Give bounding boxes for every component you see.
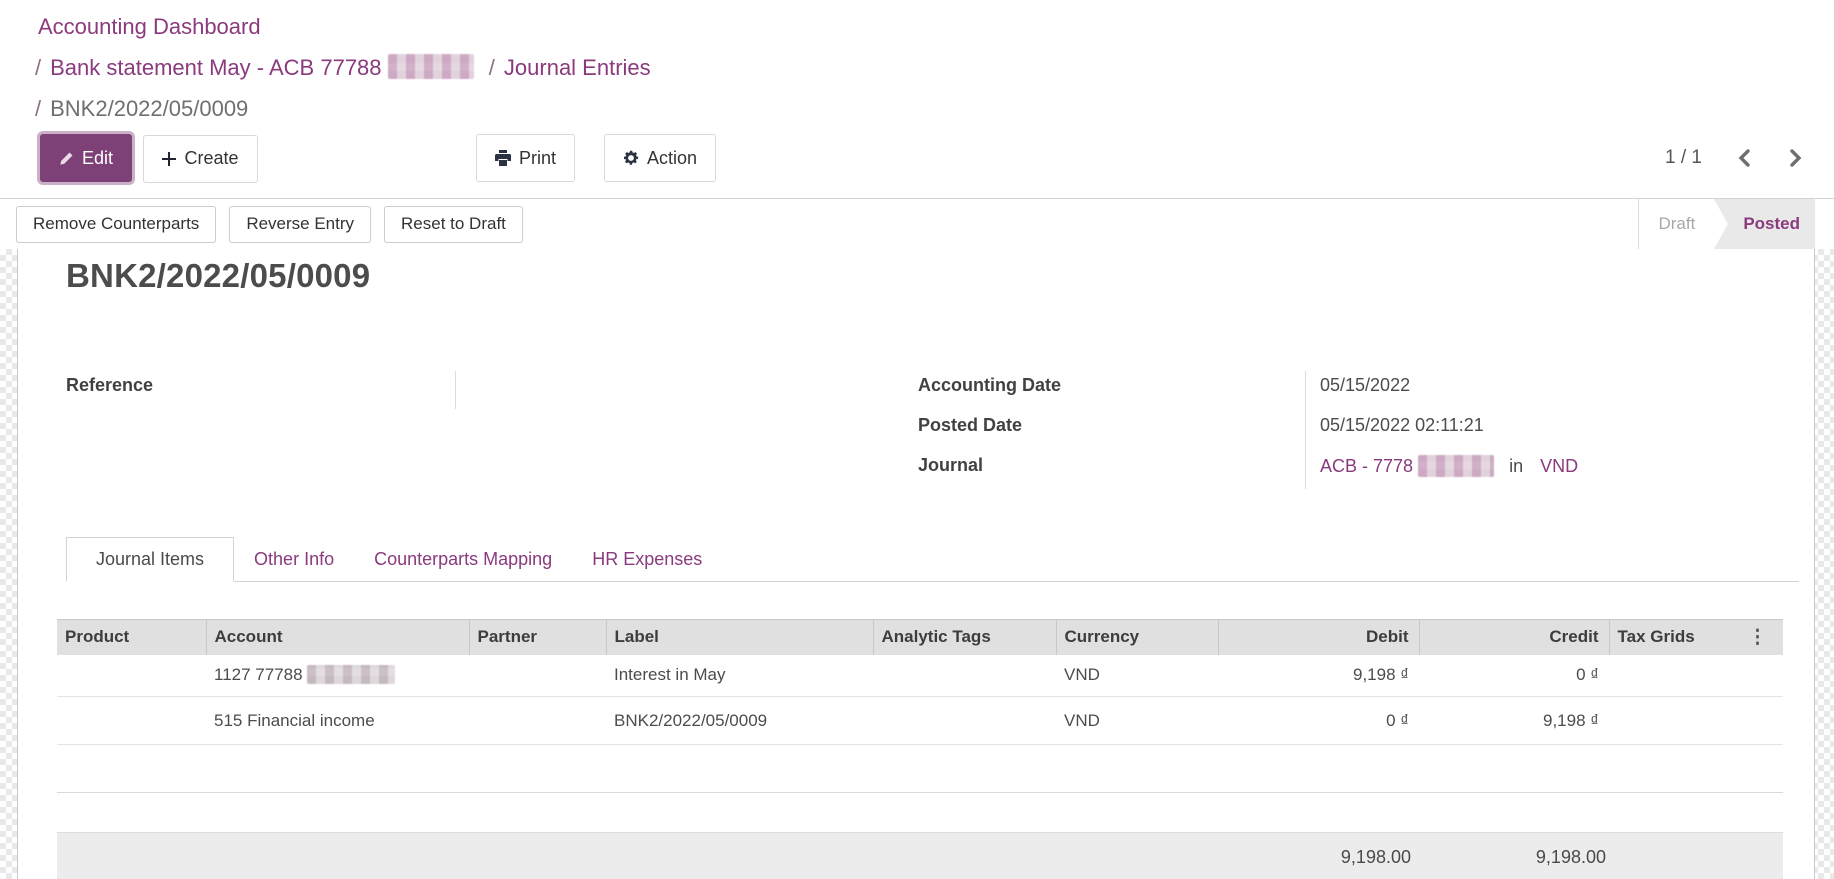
control-panel: Edit Create Print Action 1 / 1: [26, 134, 1834, 182]
total-credit: 9,198.00: [1536, 847, 1606, 868]
cell-analytic-tags[interactable]: [873, 697, 1056, 745]
pager-count: 1 / 1: [1665, 147, 1702, 169]
cell-account[interactable]: 1127 77788: [206, 655, 469, 697]
print-button[interactable]: Print: [476, 134, 575, 182]
pager: 1 / 1: [1665, 134, 1806, 182]
print-button-label: Print: [519, 148, 556, 169]
pencil-icon: [59, 151, 74, 166]
status-bar: Remove Counterparts Reverse Entry Reset …: [0, 198, 1834, 250]
create-button-label: Create: [184, 148, 238, 169]
state-draft[interactable]: Draft: [1638, 199, 1714, 249]
breadcrumb-accounting-dashboard[interactable]: Accounting Dashboard: [38, 14, 261, 39]
cell-credit[interactable]: 9,198 ₫: [1419, 697, 1609, 745]
breadcrumb-separator: /: [489, 55, 495, 80]
column-header-currency[interactable]: Currency: [1056, 620, 1218, 655]
journal-value: ACB - 7778 in VND: [1320, 455, 1578, 477]
state-posted[interactable]: Posted: [1714, 199, 1815, 249]
breadcrumb-journal-entries[interactable]: Journal Entries: [504, 55, 651, 80]
cell-tax-grids[interactable]: [1609, 655, 1783, 697]
journal-items-table: Product Account Partner Label Analytic T…: [57, 619, 1783, 793]
breadcrumb-current-record: BNK2/2022/05/0009: [50, 96, 248, 121]
cell-product[interactable]: [57, 697, 206, 745]
action-button[interactable]: Action: [604, 134, 716, 182]
column-header-analytic-tags[interactable]: Analytic Tags: [873, 620, 1056, 655]
cell-debit[interactable]: 0 ₫: [1218, 697, 1419, 745]
posted-date-value: 05/15/2022 02:11:21: [1320, 415, 1484, 436]
content-background: BNK2/2022/05/0009 Reference Accounting D…: [0, 249, 1834, 879]
edit-button[interactable]: Edit: [40, 134, 132, 182]
pager-next-button[interactable]: [1786, 146, 1806, 170]
accounting-date-value[interactable]: 05/15/2022: [1320, 375, 1410, 396]
tab-hr-expenses[interactable]: HR Expenses: [572, 537, 722, 581]
field-column-divider: [1305, 371, 1306, 489]
column-header-credit[interactable]: Credit: [1419, 620, 1609, 655]
cell-currency[interactable]: VND: [1056, 655, 1218, 697]
create-button[interactable]: Create: [143, 135, 257, 183]
cell-credit[interactable]: 0 ₫: [1419, 655, 1609, 697]
cell-partner[interactable]: [469, 655, 606, 697]
account-text: 1127 77788: [214, 665, 303, 684]
cell-label[interactable]: Interest in May: [606, 655, 873, 697]
column-header-label[interactable]: Label: [606, 620, 873, 655]
optional-columns-icon[interactable]: ⋮: [1748, 627, 1767, 648]
accounting-date-label: Accounting Date: [918, 375, 1061, 396]
printer-icon: [495, 150, 511, 166]
column-header-partner[interactable]: Partner: [469, 620, 606, 655]
remove-counterparts-button[interactable]: Remove Counterparts: [16, 206, 216, 243]
record-title: BNK2/2022/05/0009: [66, 257, 370, 295]
table-row[interactable]: 1127 77788 Interest in May VND 9,198 ₫ 0…: [57, 655, 1783, 697]
column-header-account[interactable]: Account: [206, 620, 469, 655]
state-arrow-notch: [1714, 199, 1728, 249]
cell-partner[interactable]: [469, 697, 606, 745]
totals-row: 9,198.00 9,198.00: [57, 832, 1783, 879]
form-sheet: BNK2/2022/05/0009 Reference Accounting D…: [17, 249, 1815, 879]
chevron-right-icon: [1788, 148, 1804, 168]
cell-currency[interactable]: VND: [1056, 697, 1218, 745]
total-debit: 9,198.00: [1341, 847, 1411, 868]
column-header-tax-grids[interactable]: Tax Grids ⋮: [1609, 620, 1783, 655]
reference-label: Reference: [66, 375, 153, 396]
cell-label[interactable]: BNK2/2022/05/0009: [606, 697, 873, 745]
redacted-account-suffix: [307, 665, 395, 684]
reverse-entry-button[interactable]: Reverse Entry: [229, 206, 371, 243]
state-posted-label: Posted: [1743, 214, 1800, 234]
column-header-debit[interactable]: Debit: [1218, 620, 1419, 655]
table-empty-row: [57, 745, 1783, 793]
column-header-product[interactable]: Product: [57, 620, 206, 655]
journal-label: Journal: [918, 455, 983, 476]
cell-debit[interactable]: 9,198 ₫: [1218, 655, 1419, 697]
tab-counterparts-mapping[interactable]: Counterparts Mapping: [354, 537, 572, 581]
gear-icon: [623, 150, 639, 166]
pager-previous-button[interactable]: [1734, 146, 1754, 170]
journal-in-word: in: [1509, 456, 1523, 476]
breadcrumb-bank-statement[interactable]: Bank statement May - ACB 77788: [50, 55, 381, 80]
redacted-account-number: [388, 54, 474, 79]
posted-date-label: Posted Date: [918, 415, 1022, 436]
action-button-label: Action: [647, 148, 697, 169]
tax-grids-label: Tax Grids: [1618, 627, 1695, 646]
table-row[interactable]: 515 Financial income BNK2/2022/05/0009 V…: [57, 697, 1783, 745]
edit-button-label: Edit: [82, 148, 113, 169]
reference-field[interactable]: [455, 371, 456, 409]
redacted-journal-number: [1418, 455, 1494, 477]
notebook-tabs: Journal Items Other Info Counterparts Ma…: [66, 537, 1799, 582]
tab-journal-items[interactable]: Journal Items: [66, 537, 234, 582]
journal-currency-link[interactable]: VND: [1540, 456, 1578, 476]
cell-product[interactable]: [57, 655, 206, 697]
top-header: Accounting Dashboard / Bank statement May…: [0, 0, 1834, 182]
breadcrumb-separator: /: [35, 55, 41, 80]
plus-icon: [162, 152, 176, 166]
tab-other-info[interactable]: Other Info: [234, 537, 354, 581]
table-header-row: Product Account Partner Label Analytic T…: [57, 620, 1783, 655]
breadcrumb: Accounting Dashboard / Bank statement May…: [26, 6, 1834, 129]
cell-tax-grids[interactable]: [1609, 697, 1783, 745]
breadcrumb-separator: /: [35, 96, 41, 121]
reset-to-draft-button[interactable]: Reset to Draft: [384, 206, 523, 243]
cell-account[interactable]: 515 Financial income: [206, 697, 469, 745]
chevron-left-icon: [1736, 148, 1752, 168]
state-pipeline: Draft Posted: [1638, 199, 1815, 249]
journal-link[interactable]: ACB - 7778: [1320, 456, 1413, 476]
cell-analytic-tags[interactable]: [873, 655, 1056, 697]
